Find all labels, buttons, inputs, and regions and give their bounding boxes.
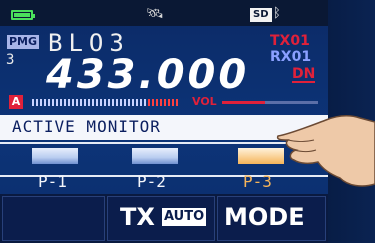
preset-p2-button[interactable] xyxy=(132,148,178,164)
pointing-finger-icon xyxy=(276,115,375,187)
mode-indicator: DN xyxy=(292,66,316,83)
signal-meter-peak xyxy=(148,99,180,106)
preset-p2-label: P-2 xyxy=(137,172,166,191)
band-a-badge: A xyxy=(9,95,23,109)
status-bar: 🛰 SD ᛒ xyxy=(0,0,328,26)
battery-full-icon xyxy=(11,10,35,20)
preset-p1-button[interactable] xyxy=(32,148,78,164)
soft-key-blank[interactable] xyxy=(2,196,105,241)
tx-button-label: TX xyxy=(120,203,155,231)
preset-p3-label: P-3 xyxy=(243,172,272,191)
satellite-icon: 🛰 xyxy=(146,6,164,22)
frequency-display[interactable]: 433.000 xyxy=(46,52,249,98)
bank-number: 3 xyxy=(6,52,15,68)
memory-group-badge: PMG xyxy=(7,35,40,49)
tx-indicator: TX01 xyxy=(270,33,310,49)
volume-bar-fill xyxy=(222,101,265,104)
volume-label: VOL xyxy=(192,95,217,108)
auto-badge: AUTO xyxy=(162,208,207,226)
bluetooth-icon: ᛒ xyxy=(273,6,281,21)
preset-p1-label: P-1 xyxy=(38,172,67,191)
sd-card-badge: SD xyxy=(250,8,272,22)
rx-indicator: RX01 xyxy=(270,49,312,65)
mode-button-label: MODE xyxy=(224,203,305,231)
monitor-title: ACTIVE MONITOR xyxy=(12,117,161,136)
